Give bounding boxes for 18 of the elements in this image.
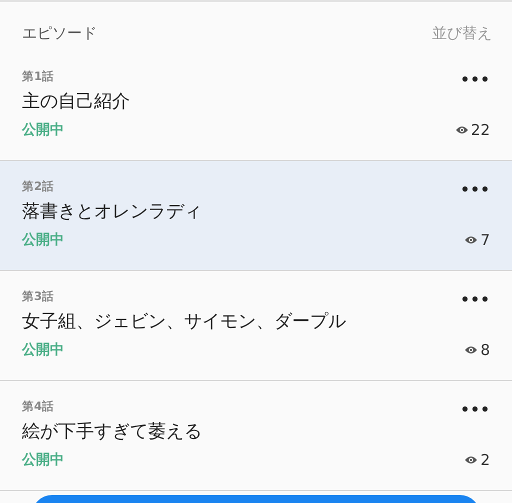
view-count: 2 [480, 451, 490, 469]
episode-number: 第2話 [22, 179, 54, 194]
episode-title: 絵が下手すぎて萎える [22, 420, 202, 443]
episode-row[interactable]: 第2話 落書きとオレンラディ 公開中 7 [0, 161, 512, 271]
status-label: 公開中 [22, 451, 64, 469]
view-count: 7 [480, 231, 490, 249]
episode-title: 落書きとオレンラディ [22, 200, 202, 223]
status-label: 公開中 [22, 121, 64, 139]
status-label: 公開中 [22, 341, 64, 359]
episode-title: 女子組、ジェビン、サイモン、ダープル [22, 310, 346, 333]
episode-number: 第1話 [22, 69, 54, 84]
episode-number: 第4話 [22, 399, 54, 414]
episode-number: 第3話 [22, 289, 54, 304]
section-title: エピソード [22, 24, 97, 43]
episode-title: 主の自己紹介 [22, 90, 130, 113]
view-count: 22 [470, 121, 490, 139]
status-label: 公開中 [22, 231, 64, 249]
view-count: 8 [480, 341, 490, 359]
